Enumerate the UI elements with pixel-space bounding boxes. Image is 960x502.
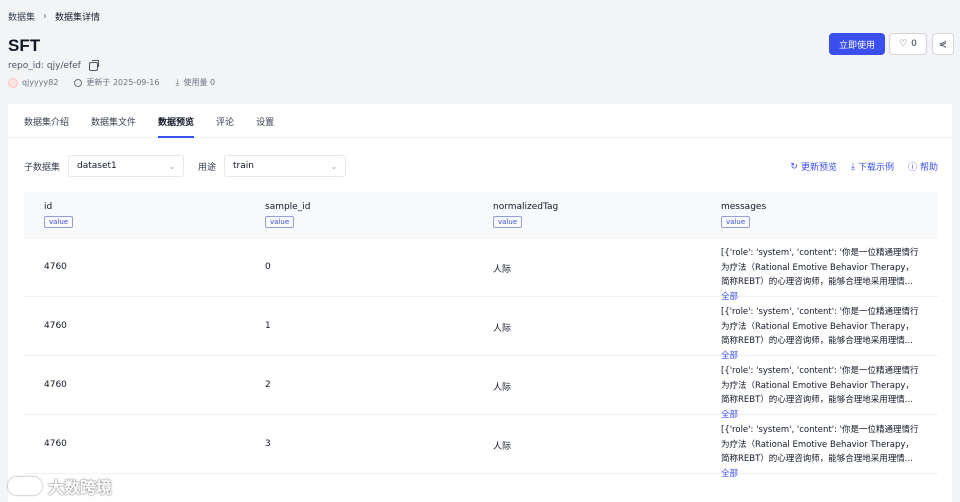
column-header: sample_id value	[265, 202, 311, 228]
meta-usage: ⤓ 使用量 0	[175, 77, 215, 88]
download-icon: ⤓	[175, 77, 180, 88]
refresh-preview-label: 更新预览	[800, 163, 837, 173]
clock-icon	[74, 78, 83, 87]
cell-messages: [{'role': 'system', 'content': '你是一位精通理情…	[721, 366, 919, 420]
repo-id: repo_id: qjy/efef	[8, 59, 99, 71]
dataset-meta: qjyyyy82 更新于 2025-09-16 ⤓ 使用量 0	[8, 77, 215, 88]
breadcrumb-current: 数据集详情	[55, 13, 101, 23]
watermark-text: 大数跨境	[48, 478, 113, 497]
cell-sample-id: 2	[265, 380, 271, 390]
table-header: id value sample_id value normalizedTag v…	[24, 192, 938, 238]
column-type-badge: value	[493, 216, 523, 228]
preview-actions: ↻ 更新预览 ⤓ 下载示例 ⓘ 帮助	[790, 160, 938, 174]
heart-icon: ♡	[899, 39, 908, 49]
table-row: 4760 0 人际 [{'role': 'system', 'content':…	[24, 238, 938, 302]
meta-updated: 更新于 2025-09-16	[74, 77, 159, 88]
preview-table: id value sample_id value normalizedTag v…	[24, 192, 938, 479]
tab-preview[interactable]: 数据预览	[158, 104, 195, 138]
help-button[interactable]: ⓘ 帮助	[908, 160, 938, 173]
purpose-select[interactable]: train ⌄	[224, 155, 347, 177]
column-type-badge: value	[265, 216, 295, 228]
watermark: 大数跨境	[8, 474, 112, 498]
meta-username[interactable]: qjyyyy82	[22, 78, 58, 87]
column-header: normalizedTag value	[493, 202, 559, 228]
purpose-value: train	[233, 161, 254, 171]
share-icon: ⋞	[938, 38, 948, 50]
help-icon: ⓘ	[907, 163, 917, 173]
breadcrumb-parent[interactable]: 数据集	[8, 10, 35, 23]
meta-usage-text: 使用量 0	[183, 78, 216, 87]
repo-id-text: repo_id: qjy/efef	[8, 61, 81, 71]
refresh-icon: ↻	[790, 161, 798, 172]
show-all-link[interactable]: 全部	[721, 469, 738, 479]
breadcrumb: 数据集 › 数据集详情	[8, 10, 100, 23]
table-row: 4760 1 人际 [{'role': 'system', 'content':…	[24, 297, 938, 361]
chevron-right-icon: ›	[43, 11, 48, 22]
cell-tag: 人际	[493, 265, 512, 275]
cell-messages: [{'role': 'system', 'content': '你是一位精通理情…	[721, 248, 919, 302]
tab-bar: 数据集介绍 数据集文件 数据预览 评论 设置	[8, 104, 952, 138]
cell-id: 4760	[44, 439, 67, 449]
meta-user: qjyyyy82	[8, 77, 58, 88]
preview-filters: 子数据集 dataset1 ⌄ 用途 train ⌄	[24, 155, 360, 177]
subset-select[interactable]: dataset1 ⌄	[68, 155, 185, 177]
share-button[interactable]: ⋞	[932, 33, 954, 55]
download-sample-button[interactable]: ⤓ 下载示例	[850, 160, 894, 174]
column-type-badge: value	[44, 216, 74, 228]
table-row: 4760 2 人际 [{'role': 'system', 'content':…	[24, 356, 938, 420]
avatar	[8, 77, 18, 88]
cell-id: 4760	[44, 380, 67, 390]
meta-updated-text: 更新于 2025-09-16	[86, 78, 160, 87]
like-count: 0	[911, 39, 917, 49]
dataset-panel: 数据集介绍 数据集文件 数据预览 评论 设置 子数据集 dataset1 ⌄ 用…	[8, 104, 952, 502]
refresh-preview-button[interactable]: ↻ 更新预览	[790, 160, 837, 174]
cell-tag: 人际	[493, 383, 512, 393]
cell-sample-id: 3	[265, 439, 271, 449]
cell-tag: 人际	[493, 442, 512, 452]
download-icon: ⤓	[850, 161, 855, 172]
subset-label: 子数据集	[24, 162, 61, 173]
column-header: id value	[44, 202, 74, 228]
help-label: 帮助	[919, 163, 938, 173]
chevron-down-icon: ⌄	[168, 161, 176, 171]
tab-settings[interactable]: 设置	[256, 104, 274, 138]
cell-messages: [{'role': 'system', 'content': '你是一位精通理情…	[721, 425, 919, 479]
cell-id: 4760	[44, 262, 67, 272]
cell-id: 4760	[44, 321, 67, 331]
chevron-down-icon: ⌄	[330, 161, 338, 171]
column-header: messages value	[721, 202, 767, 228]
page-header: 数据集 › 数据集详情 SFT repo_id: qjy/efef qjyyyy…	[0, 0, 960, 104]
tab-intro[interactable]: 数据集介绍	[24, 104, 69, 138]
tab-files[interactable]: 数据集文件	[91, 104, 136, 138]
use-now-button[interactable]: 立即使用	[829, 33, 885, 55]
cell-sample-id: 1	[265, 321, 271, 331]
cell-messages: [{'role': 'system', 'content': '你是一位精通理情…	[721, 307, 919, 361]
cell-sample-id: 0	[265, 262, 271, 272]
page-title: SFT	[8, 36, 41, 55]
column-type-badge: value	[721, 216, 751, 228]
purpose-label: 用途	[198, 162, 217, 173]
watermark-logo-icon	[8, 477, 42, 495]
subset-value: dataset1	[77, 161, 117, 171]
like-button[interactable]: ♡ 0	[889, 33, 927, 55]
download-sample-label: 下载示例	[857, 163, 894, 173]
table-row: 4760 3 人际 [{'role': 'system', 'content':…	[24, 415, 938, 479]
tab-comments[interactable]: 评论	[216, 104, 234, 138]
copy-icon[interactable]	[88, 59, 99, 71]
cell-tag: 人际	[493, 324, 512, 334]
